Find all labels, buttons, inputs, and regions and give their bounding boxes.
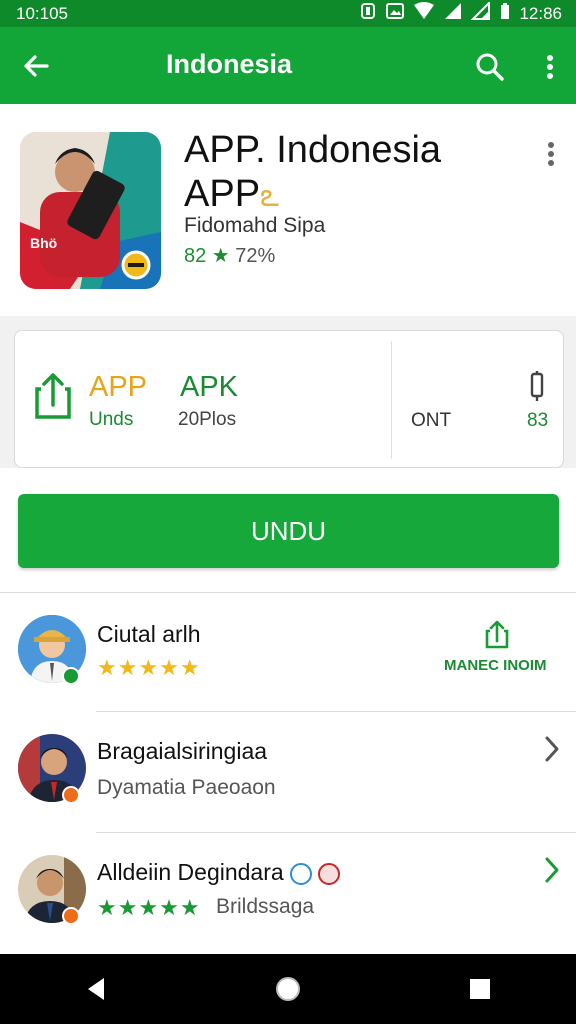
share-icon[interactable] (484, 619, 510, 649)
list-item-title: Bragaialsiringiaa (97, 738, 268, 764)
list-item[interactable]: Ciutal arlh ★★★★★ MANEC INOIM (0, 593, 576, 711)
list-item[interactable]: Alldeiin Degindara ★★★★★ Brildssaga (0, 833, 576, 955)
list-item-title: Ciutal arlh (97, 621, 201, 647)
status-badge (62, 907, 80, 925)
app-title: APP. Indonesia APPఽ (184, 128, 544, 217)
phone-icon (530, 371, 544, 401)
related-list: Ciutal arlh ★★★★★ MANEC INOIM Bragaialsi… (0, 592, 576, 954)
manage-action[interactable]: MANEC INOIM (444, 657, 547, 674)
svg-text:Bhö: Bhö (30, 235, 57, 251)
list-item[interactable]: Bragaialsiringiaa Dyamatia Paeoaon (0, 712, 576, 832)
count-label: 83 (527, 410, 549, 431)
app-icon: Bhö (20, 132, 161, 289)
star-rating: ★★★★★ (97, 655, 201, 680)
badge-icon (317, 862, 340, 885)
list-item-title-text: Alldeiin Degindara (97, 859, 284, 885)
status-icons: 12:86 (359, 0, 562, 25)
chevron-right-icon[interactable] (540, 734, 564, 764)
developer-name[interactable]: Fidomahd Sipa (184, 214, 325, 238)
verified-icon (289, 862, 312, 885)
rating-value: 82 ★ (184, 245, 230, 267)
overflow-menu-button[interactable] (530, 45, 570, 89)
back-arrow-icon (24, 54, 49, 77)
ont-label: ONT (411, 410, 452, 431)
home-circle-icon (276, 977, 300, 1001)
app-type-sub: Unds (89, 409, 134, 430)
verified-badge (62, 667, 80, 685)
search-icon (476, 53, 504, 81)
status-time-left: 10:105 (16, 3, 68, 23)
app-info-card: APP Unds APK 20Plos ONT 83 (14, 330, 564, 468)
app-type-label: APP (89, 371, 148, 403)
wifi-icon (413, 2, 435, 25)
list-item-title: Alldeiin Degindara (97, 859, 340, 886)
signal-icon (443, 2, 463, 25)
app-title-line2: APP (184, 173, 261, 215)
status-bar: 10:105 12:86 (0, 0, 576, 27)
system-nav-bar (0, 954, 576, 1024)
overflow-menu-icon (548, 142, 554, 166)
app-header: Bhö APP. Indonesia APPఽ Fidomahd Sipa 82… (0, 104, 576, 316)
list-item-subtitle: Brildssaga (216, 895, 315, 918)
notification-icon (359, 2, 377, 25)
nav-recents-button[interactable] (450, 959, 510, 1019)
apk-label: APK (180, 371, 239, 403)
star-rating: ★★★★★ (97, 895, 201, 920)
status-badge (62, 786, 80, 804)
app-more-button[interactable] (536, 134, 566, 174)
nav-back-button[interactable] (66, 959, 126, 1019)
back-triangle-icon (88, 978, 104, 1000)
search-button[interactable] (468, 45, 512, 89)
recents-square-icon (470, 979, 490, 999)
status-time-right: 12:86 (519, 3, 562, 23)
list-item-subtitle: Dyamatia Paeoaon (97, 776, 276, 799)
chevron-right-icon[interactable] (540, 855, 564, 885)
overflow-menu-icon (547, 55, 553, 79)
apk-sub: 20Plos (178, 409, 237, 430)
app-title-emoji: ఽ (260, 177, 279, 213)
app-title-line1: APP. Indonesia (184, 129, 442, 171)
rating-line: 82 ★ 72% (184, 243, 275, 268)
info-divider (391, 341, 392, 459)
back-button[interactable] (0, 27, 72, 104)
battery-icon (499, 2, 511, 25)
image-icon (385, 2, 405, 25)
rating-percent: 72% (235, 245, 276, 267)
nav-home-button[interactable] (258, 959, 318, 1019)
signal-icon-2 (471, 0, 491, 25)
app-bar-title: Indonesia (166, 49, 293, 79)
app-bar: Indonesia (0, 27, 576, 104)
share-icon[interactable] (33, 371, 73, 421)
install-button[interactable]: UNDU (18, 494, 559, 568)
